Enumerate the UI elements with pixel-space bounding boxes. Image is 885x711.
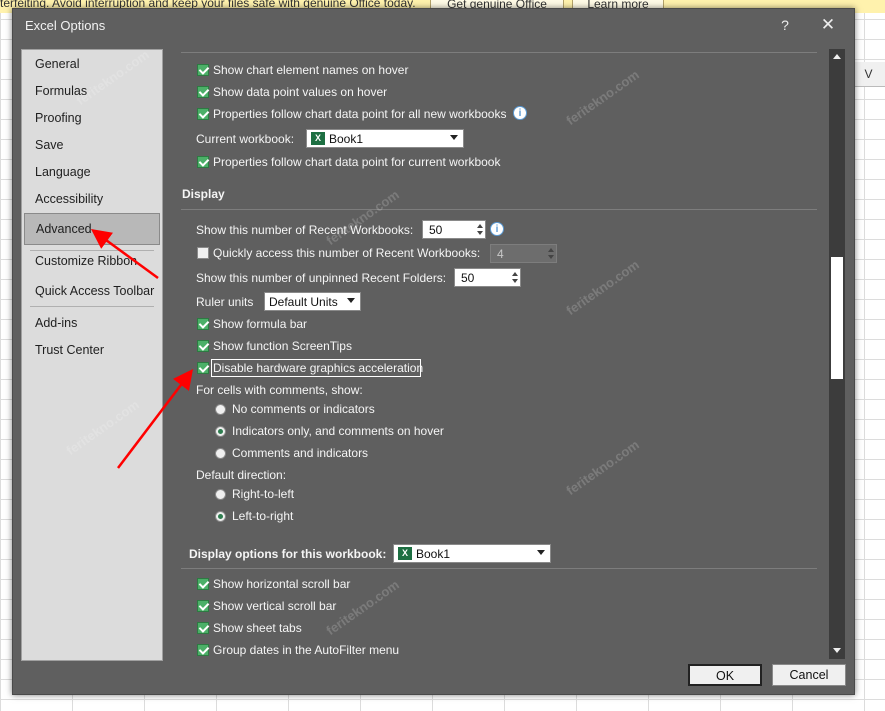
annotation-arrows [90,229,194,469]
arrow-to-advanced [90,229,159,280]
arrow-to-hw-accel [117,369,194,469]
